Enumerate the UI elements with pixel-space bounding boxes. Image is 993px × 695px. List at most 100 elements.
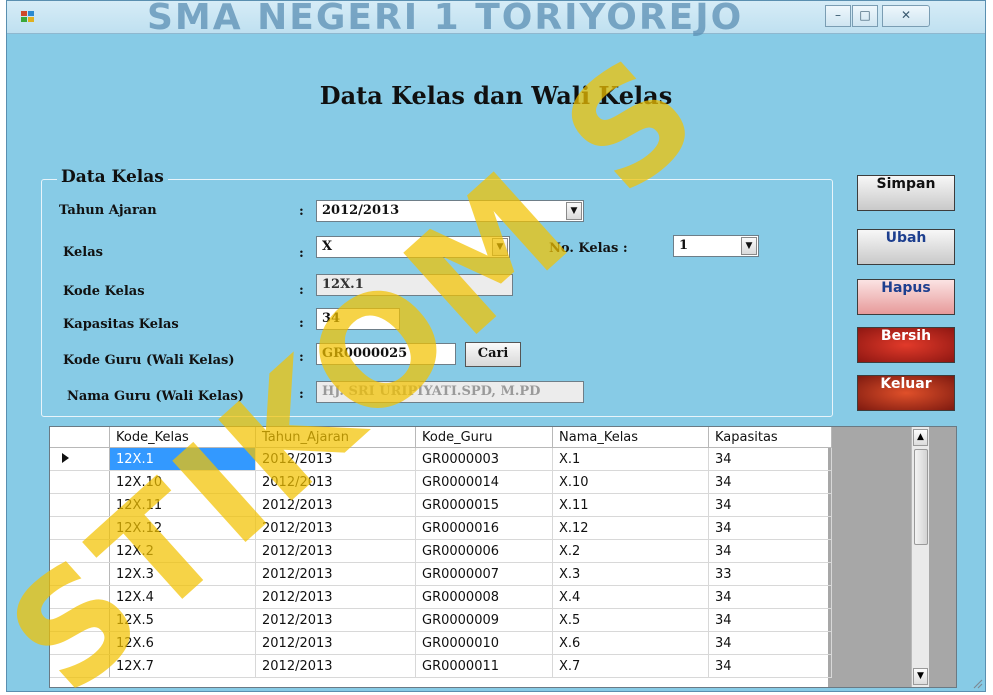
cari-button[interactable]: Cari — [465, 342, 521, 367]
table-cell[interactable]: GR0000016 — [415, 516, 553, 540]
maximize-button[interactable]: □ — [852, 5, 878, 27]
row-header[interactable] — [50, 585, 110, 609]
no-kelas-select[interactable]: 1 ▼ — [673, 235, 759, 257]
kode-guru-field[interactable]: GR0000025 — [316, 343, 456, 365]
table-cell[interactable]: X.6 — [552, 631, 709, 655]
row-header[interactable] — [50, 447, 110, 471]
row-header[interactable] — [50, 493, 110, 517]
table-cell[interactable]: X.1 — [552, 447, 709, 471]
table-cell[interactable]: 2012/2013 — [255, 470, 416, 494]
row-header[interactable] — [50, 516, 110, 540]
table-cell[interactable]: 2012/2013 — [255, 585, 416, 609]
table-cell[interactable]: 2012/2013 — [255, 493, 416, 517]
title-bar[interactable]: SMA NEGERI 1 TORIYOREJO – □ ✕ — [7, 1, 985, 38]
table-cell[interactable]: 12X.5 — [109, 608, 256, 632]
row-header[interactable] — [50, 470, 110, 494]
scroll-up-icon[interactable]: ▲ — [913, 429, 928, 446]
table-cell[interactable]: 34 — [708, 493, 832, 517]
row-header[interactable] — [50, 539, 110, 563]
table-cell[interactable]: GR0000010 — [415, 631, 553, 655]
table-cell[interactable]: 12X.12 — [109, 516, 256, 540]
hapus-button[interactable]: Hapus — [857, 279, 955, 315]
table-row[interactable]: 12X.6 2012/2013 GR0000010 X.6 34 — [50, 631, 832, 655]
table-cell[interactable]: GR0000011 — [415, 654, 553, 678]
table-cell[interactable]: X.7 — [552, 654, 709, 678]
table-cell[interactable]: 34 — [708, 654, 832, 678]
table-cell[interactable]: 12X.2 — [109, 539, 256, 563]
row-header[interactable] — [50, 654, 110, 678]
table-cell[interactable]: 12X.11 — [109, 493, 256, 517]
table-cell[interactable]: 12X.6 — [109, 631, 256, 655]
chevron-down-icon[interactable]: ▼ — [566, 202, 582, 220]
table-cell[interactable]: 34 — [708, 608, 832, 632]
table-cell[interactable]: 34 — [708, 516, 832, 540]
table-row[interactable]: 12X.10 2012/2013 GR0000014 X.10 34 — [50, 470, 832, 494]
table-row[interactable]: 12X.11 2012/2013 GR0000015 X.11 34 — [50, 493, 832, 517]
chevron-down-icon[interactable]: ▼ — [741, 237, 757, 255]
kode-kelas-field[interactable]: 12X.1 — [316, 274, 513, 296]
column-header[interactable]: Nama_Kelas — [552, 427, 709, 448]
table-cell[interactable]: 2012/2013 — [255, 654, 416, 678]
table-cell[interactable]: X.2 — [552, 539, 709, 563]
ubah-button[interactable]: Ubah — [857, 229, 955, 265]
row-header[interactable] — [50, 631, 110, 655]
data-grid[interactable]: Kode_Kelas Tahun_Ajaran Kode_Guru Nama_K… — [49, 426, 957, 688]
table-cell[interactable]: 2012/2013 — [255, 562, 416, 586]
row-header[interactable] — [50, 562, 110, 586]
row-header[interactable] — [50, 608, 110, 632]
table-cell[interactable]: GR0000006 — [415, 539, 553, 563]
table-cell[interactable]: 12X.4 — [109, 585, 256, 609]
column-header[interactable]: Tahun_Ajaran — [255, 427, 416, 448]
close-button[interactable]: ✕ — [882, 5, 930, 27]
table-cell[interactable]: 12X.7 — [109, 654, 256, 678]
table-cell[interactable]: X.4 — [552, 585, 709, 609]
table-cell[interactable]: 34 — [708, 447, 832, 471]
minimize-button[interactable]: – — [825, 5, 851, 27]
table-cell[interactable]: 34 — [708, 585, 832, 609]
table-cell[interactable]: GR0000009 — [415, 608, 553, 632]
table-row[interactable]: 12X.4 2012/2013 GR0000008 X.4 34 — [50, 585, 832, 609]
column-header[interactable]: Kode_Kelas — [109, 427, 256, 448]
table-row[interactable]: 12X.7 2012/2013 GR0000011 X.7 34 — [50, 654, 832, 678]
table-cell[interactable]: 2012/2013 — [255, 516, 416, 540]
table-cell[interactable]: 2012/2013 — [255, 447, 416, 471]
scroll-down-icon[interactable]: ▼ — [913, 668, 928, 685]
table-cell[interactable]: 34 — [708, 470, 832, 494]
scroll-thumb[interactable] — [914, 449, 928, 545]
simpan-button[interactable]: Simpan — [857, 175, 955, 211]
table-cell[interactable]: X.10 — [552, 470, 709, 494]
chevron-down-icon[interactable]: ▼ — [492, 238, 508, 256]
table-cell[interactable]: 34 — [708, 539, 832, 563]
column-header[interactable]: Kapasitas — [708, 427, 832, 448]
bersih-button[interactable]: Bersih — [857, 327, 955, 363]
table-cell[interactable]: 2012/2013 — [255, 631, 416, 655]
table-cell[interactable]: GR0000008 — [415, 585, 553, 609]
table-row[interactable]: 12X.2 2012/2013 GR0000006 X.2 34 — [50, 539, 832, 563]
table-cell[interactable]: X.3 — [552, 562, 709, 586]
table-row[interactable]: 12X.12 2012/2013 GR0000016 X.12 34 — [50, 516, 832, 540]
nama-guru-field[interactable]: HJ. SRI URIPIYATI.SPD, M.PD — [316, 381, 584, 403]
table-cell[interactable]: 12X.10 — [109, 470, 256, 494]
table-cell[interactable]: X.11 — [552, 493, 709, 517]
kelas-select[interactable]: X ▼ — [316, 236, 510, 258]
table-cell[interactable]: GR0000007 — [415, 562, 553, 586]
grid-scrollbar[interactable]: ▲ ▼ — [911, 427, 929, 687]
table-cell[interactable]: 2012/2013 — [255, 539, 416, 563]
table-cell[interactable]: 12X.3 — [109, 562, 256, 586]
table-cell[interactable]: GR0000015 — [415, 493, 553, 517]
table-cell[interactable]: 34 — [708, 631, 832, 655]
resize-grip-icon[interactable] — [971, 677, 983, 689]
table-row[interactable]: 12X.5 2012/2013 GR0000009 X.5 34 — [50, 608, 832, 632]
table-cell[interactable]: X.12 — [552, 516, 709, 540]
table-cell[interactable]: 33 — [708, 562, 832, 586]
table-row[interactable]: 12X.3 2012/2013 GR0000007 X.3 33 — [50, 562, 832, 586]
table-cell[interactable]: GR0000014 — [415, 470, 553, 494]
table-cell[interactable]: 12X.1 — [109, 447, 256, 471]
table-cell[interactable]: X.5 — [552, 608, 709, 632]
column-header[interactable]: Kode_Guru — [415, 427, 553, 448]
keluar-button[interactable]: Keluar — [857, 375, 955, 411]
table-row[interactable]: 12X.1 2012/2013 GR0000003 X.1 34 — [50, 447, 832, 471]
table-cell[interactable]: 2012/2013 — [255, 608, 416, 632]
kapasitas-kelas-field[interactable]: 34 — [316, 308, 400, 330]
table-cell[interactable]: GR0000003 — [415, 447, 553, 471]
